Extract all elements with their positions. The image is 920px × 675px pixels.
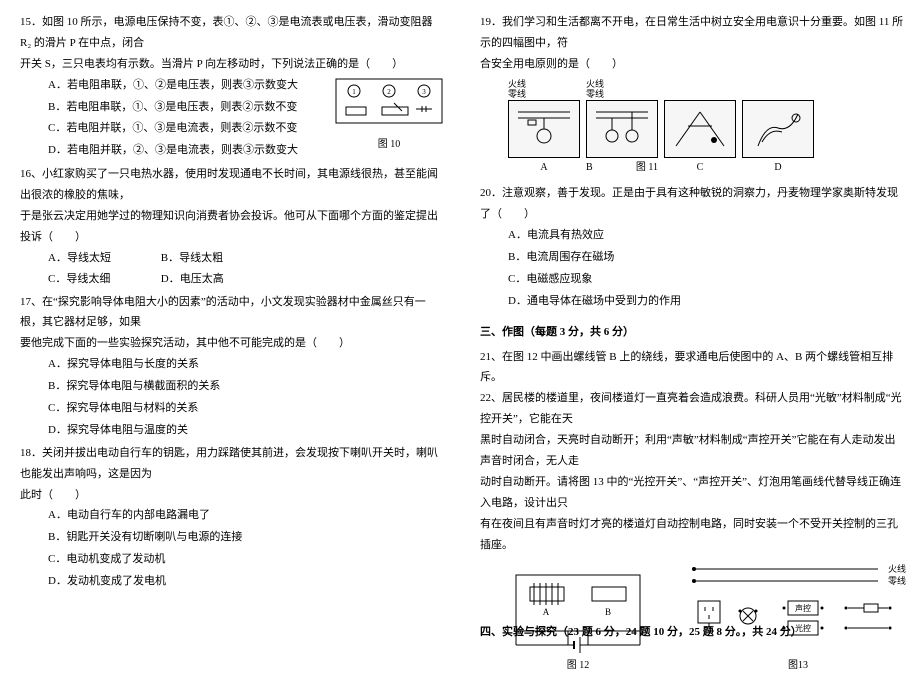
q22-b: 黑时自动闭合，天亮时自动断开；利用“声敏”材料制成“声控开关”它能在有人走动发出…	[480, 430, 904, 472]
q22-c: 动时自动断开。请将图 13 中的“光控开关”、“声控开关”、灯泡用笔画线代替导线…	[480, 472, 904, 514]
figure-11-caption: 图 11	[636, 158, 658, 177]
question-18: 18．关闭并拔出电动自行车的钥匙，用力踩踏使其前进，会发现按下喇叭开关时，喇叭也…	[20, 443, 444, 592]
figure-10: 1 2 3 图 10	[334, 77, 444, 154]
figure-10-caption: 图 10	[334, 135, 444, 154]
q16-stem1: 16、小红家购买了一只电热水器，使用时发现通电不长时间，其电源线很热，甚至能闻出…	[20, 164, 444, 206]
wire-fire: 火线	[508, 79, 526, 89]
section-4-title: 四、实验与探究（23 题 6 分，24 题 10 分，25 题 8 分。，共 2…	[480, 622, 802, 643]
q18-opt-a: A．电动自行车的内部电路漏电了	[20, 505, 444, 526]
panel-b-label: B	[586, 158, 593, 177]
panel-a-img	[508, 100, 580, 158]
question-17: 17、在“探究影响导体电阻大小的因素”的活动中，小文发现实验器材中金属丝只有一根…	[20, 292, 444, 441]
q20-opt-c: C．电磁感应现象	[480, 269, 904, 290]
q18-stem2: 此时（ ）	[20, 485, 444, 506]
q22-d: 有在夜间且有声音时灯才亮的楼道灯自动控制电路，同时安装一个不受开关控制的三孔插座…	[480, 514, 904, 556]
panel-c-img	[664, 100, 736, 158]
panel-c-label: C	[664, 158, 736, 177]
wire-zero-b: 零线	[586, 89, 604, 99]
question-15: 15．如图 10 所示，电源电压保持不变，表①、②、③是电流表或电压表，滑动变阻…	[20, 12, 444, 162]
q15-stem1: 15．如图 10 所示，电源电压保持不变，表①、②、③是电流表或电压表，滑动变阻…	[20, 12, 444, 54]
fig13-sound: 声控	[795, 603, 811, 613]
question-19: 19．我们学习和生活都离不开电，在日常生活中树立安全用电意识十分重要。如图 11…	[480, 12, 904, 177]
left-column: 15．如图 10 所示，电源电压保持不变，表①、②、③是电流表或电压表，滑动变阻…	[0, 0, 460, 651]
figures-12-13: A B 图 12 火线 零线	[480, 561, 904, 675]
q16-stem2: 于是张云决定用她学过的物理知识向消费者协会投诉。他可从下面哪个方面的鉴定提出投诉…	[20, 206, 444, 248]
q20-opt-a: A．电流具有热效应	[480, 225, 904, 246]
q20-opt-b: B．电流周围存在磁场	[480, 247, 904, 268]
wire-fire-b: 火线	[586, 79, 604, 89]
q21: 21、在图 12 中画出螺线管 B 上的绕线，要求通电后使图中的 A、B 两个螺…	[480, 347, 904, 389]
section-3-title: 三、作图（每题 3 分，共 6 分）	[480, 322, 904, 343]
figure-13: 火线 零线 声控 光控	[688, 561, 908, 675]
fig13-zero: 零线	[888, 575, 906, 586]
q17-opt-c: C．探究导体电阻与材料的关系	[20, 398, 444, 419]
q16-opt-c: C．导线太细	[48, 269, 158, 290]
panel-d-label: D	[742, 158, 814, 177]
q18-opt-d: D．发动机变成了发电机	[20, 571, 444, 592]
svg-text:3: 3	[422, 88, 426, 96]
q16-opt-d: D．电压太高	[161, 273, 224, 285]
svg-text:1: 1	[352, 88, 356, 96]
figure-11: 火线 零线 A 火线 零线 B 图 11	[480, 75, 904, 178]
q16-options-row2: C．导线太细 D．电压太高	[20, 269, 444, 290]
q17-stem1: 17、在“探究影响导体电阻大小的因素”的活动中，小文发现实验器材中金属丝只有一根…	[20, 292, 444, 334]
panel-d: D	[742, 80, 814, 177]
fig12-label-b: B	[605, 607, 611, 617]
question-20: 20．注意观察，善于发现。正是由于具有这种敏锐的洞察力，丹麦物理学家奥斯特发现了…	[480, 183, 904, 311]
q17-opt-a: A．探究导体电阻与长度的关系	[20, 354, 444, 375]
wire-zero: 零线	[508, 89, 526, 99]
panel-d-img	[742, 100, 814, 158]
q20-opt-d: D．通电导体在磁场中受到力的作用	[480, 291, 904, 312]
q19-stem1: 19．我们学习和生活都离不开电，在日常生活中树立安全用电意识十分重要。如图 11…	[480, 12, 904, 54]
q16-opt-b: B．导线太粗	[161, 252, 223, 264]
q18-opt-b: B．钥匙开关没有切断喇叭与电源的连接	[20, 527, 444, 548]
q19-stem2: 合安全用电原则的是（ ）	[480, 54, 904, 75]
q20-stem: 20．注意观察，善于发现。正是由于具有这种敏锐的洞察力，丹麦物理学家奥斯特发现了…	[480, 183, 904, 225]
q15-stem2: 开关 S，三只电表均有示数。当滑片 P 向左移动时，下列说法正确的是（ ）	[20, 54, 444, 75]
figure-10-svg: 1 2 3	[334, 77, 444, 135]
panel-c: C	[664, 80, 736, 177]
panel-a-label: A	[508, 158, 580, 177]
q16-opt-a: A．导线太短	[48, 248, 158, 269]
figure-13-caption: 图13	[688, 656, 908, 675]
panel-a: 火线 零线 A	[508, 79, 580, 178]
q17-opt-d: D．探究导体电阻与温度的关	[20, 420, 444, 441]
right-column: 19．我们学习和生活都离不开电，在日常生活中树立安全用电意识十分重要。如图 11…	[460, 0, 920, 651]
q18-opt-c: C．电动机变成了发动机	[20, 549, 444, 570]
panel-b: 火线 零线 B 图 11	[586, 79, 658, 178]
q17-stem2: 要他完成下面的一些实验探究活动，其中他不可能完成的是（ ）	[20, 333, 444, 354]
q18-stem1: 18．关闭并拔出电动自行车的钥匙，用力踩踏使其前进，会发现按下喇叭开关时，喇叭也…	[20, 443, 444, 485]
panel-b-img	[586, 100, 658, 158]
figure-12: A B 图 12	[508, 561, 648, 675]
question-16: 16、小红家购买了一只电热水器，使用时发现通电不长时间，其电源线很热，甚至能闻出…	[20, 164, 444, 289]
q16-options-row: A．导线太短 B．导线太粗	[20, 248, 444, 269]
svg-text:2: 2	[387, 88, 391, 96]
q22-a: 22、居民楼的楼道里，夜间楼道灯一直亮着会造成浪费。科研人员用“光敏”材料制成“…	[480, 388, 904, 430]
figure-12-caption: 图 12	[508, 656, 648, 675]
fig13-fire: 火线	[888, 563, 906, 574]
fig12-label-a: A	[543, 607, 550, 617]
q17-opt-b: B．探究导体电阻与横截面积的关系	[20, 376, 444, 397]
